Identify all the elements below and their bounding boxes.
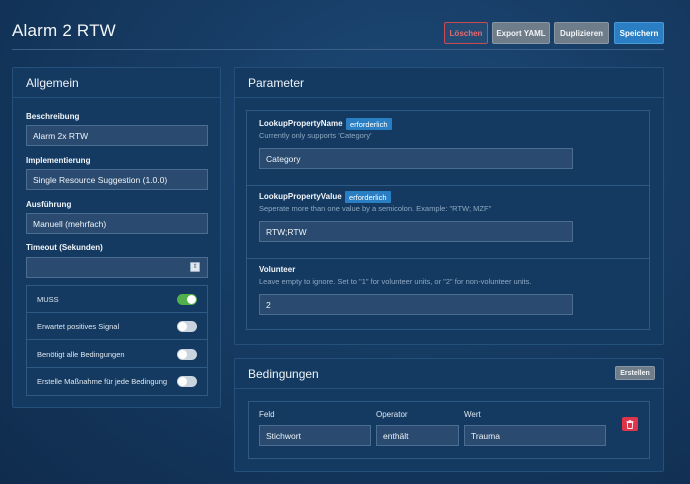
create-condition-button[interactable]: Erstellen [615,366,655,380]
parameter-help: Currently only supports 'Category' [259,131,372,140]
header-divider [12,49,664,50]
export-yaml-button[interactable]: Export YAML [492,22,550,44]
description-label: Beschreibung [26,112,80,121]
implementation-select[interactable]: Single Resource Suggestion (1.0.0) [26,169,208,190]
toggle-label: Erstelle Maßnahme für jede Bedingung [37,377,168,386]
positive-signal-toggle[interactable] [177,321,197,332]
toggle-label: MUSS [37,294,59,304]
condition-value-input[interactable]: Trauma [464,425,606,446]
toggle-list: MUSS Erwartet positives Signal Benötigt … [26,285,208,396]
timeout-input[interactable] [26,257,208,278]
measure-per-condition-toggle[interactable] [177,376,197,387]
required-badge: erforderlich [346,118,392,130]
toggle-row-measure-per-condition: Erstelle Maßnahme für jede Bedingung [27,368,207,395]
toggle-row-muss: MUSS [27,286,207,313]
parameter-divider [247,258,649,259]
operator-column-header: Operator [376,410,408,419]
save-button[interactable]: Speichern [614,22,664,44]
toggle-row-positive-signal: Erwartet positives Signal [27,313,207,340]
delete-condition-button[interactable] [622,417,638,431]
toggle-label: Benötigt alle Bedingungen [37,349,125,359]
timeout-label: Timeout (Sekunden) [26,243,103,252]
field-column-header: Feld [259,410,275,419]
condition-operator-select[interactable]: enthält [376,425,459,446]
parameter-help: Leave empty to ignore. Set to "1" for vo… [259,277,532,286]
lookup-property-name-input[interactable]: Category [259,148,573,169]
parameter-help: Seperate more than one value by a semico… [259,204,492,213]
parameters-card-title: Parameter [235,68,663,98]
required-badge: erforderlich [345,191,391,203]
execution-label: Ausführung [26,200,72,209]
toggle-row-all-conditions: Benötigt alle Bedingungen [27,341,207,368]
description-input[interactable]: Alarm 2x RTW [26,125,208,146]
value-column-header: Wert [464,410,481,419]
trash-icon [626,419,634,429]
parameter-name: Volunteer [259,265,296,274]
implementation-label: Implementierung [26,156,91,165]
toggle-label: Erwartet positives Signal [37,321,120,331]
execution-select[interactable]: Manuell (mehrfach) [26,213,208,234]
condition-field-select[interactable]: Stichwort [259,425,371,446]
parameter-name: LookupPropertyValue [259,192,342,201]
page-title: Alarm 2 RTW [12,21,116,40]
lookup-property-value-input[interactable]: RTW;RTW [259,221,573,242]
volunteer-input[interactable]: 2 [259,294,573,315]
parameter-name: LookupPropertyName [259,119,343,128]
general-card-title: Allgemein [13,68,220,98]
timeout-stepper[interactable]: ⇕ [190,262,200,272]
muss-toggle[interactable] [177,294,197,305]
all-conditions-toggle[interactable] [177,349,197,360]
conditions-card-title: Bedingungen [235,359,663,389]
delete-button[interactable]: Löschen [444,22,488,44]
parameter-divider [247,185,649,186]
duplicate-button[interactable]: Duplizieren [554,22,609,44]
